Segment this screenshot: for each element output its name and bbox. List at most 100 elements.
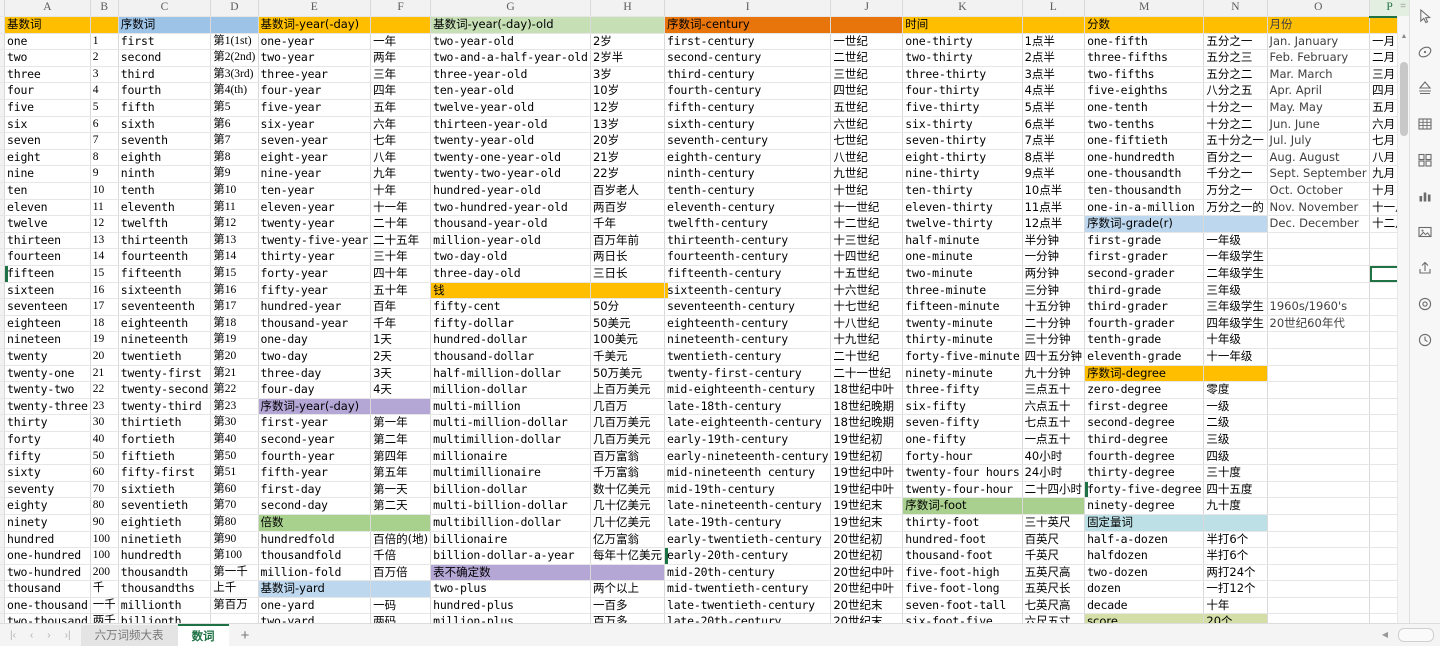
table-cell[interactable]: 序数词-degree [1084,365,1205,383]
table-cell[interactable]: four-year [258,82,372,101]
table-row[interactable]: 基数词 序数词 基数词-year(-day) 基数词-year(-day)-old 序数… [0,16,1410,34]
table-cell[interactable]: hundred-foot [902,531,1023,549]
table-cell[interactable]: fourth-century [664,82,832,101]
table-cell[interactable]: 一年级学生 [1203,248,1268,266]
column-header-h[interactable]: H [590,0,665,18]
table-cell[interactable]: twenty-five-year [258,232,372,250]
table-cell[interactable]: twelve-year-old [430,99,591,117]
table-cell[interactable]: 一年 [370,33,432,51]
table-cell[interactable]: 19世纪初 [830,431,904,449]
table-cell[interactable]: mid-twentieth-century [664,580,832,598]
table-cell[interactable]: 九年 [370,165,432,184]
table-cell[interactable]: 第9 [210,165,259,184]
table-cell[interactable]: ninth [118,165,212,184]
table-cell[interactable]: thirty-minute [902,331,1023,349]
table-cell[interactable]: one-fiftieth [1084,132,1205,150]
table-cell[interactable]: 6 [90,116,119,134]
table-cell[interactable]: 十分之一 [1203,99,1268,117]
table-cell[interactable]: two-fifths [1084,66,1205,84]
table-cell[interactable]: Jul. July [1267,132,1371,150]
table-cell[interactable]: 六点五十 [1022,398,1086,416]
table-cell[interactable]: ten-year [258,182,372,200]
table-cell[interactable]: 19世纪中叶 [830,464,904,482]
table-cell[interactable]: 18世纪中叶 [830,381,904,399]
table-cell[interactable]: eightieth [118,514,212,532]
table-cell[interactable]: multi-million-dollar [430,414,591,432]
table-cell[interactable]: 40 [90,431,119,449]
table-cell[interactable]: one-tenth [1084,99,1205,117]
table-cell[interactable]: 19世纪初 [830,448,904,466]
hscroll-left-icon[interactable]: ◀ [1380,629,1390,641]
table-cell[interactable]: late-nineteenth-century [664,497,832,515]
table-cell[interactable]: late-19th-century [664,514,832,532]
table-cell[interactable]: multimillionaire [430,464,591,482]
table-cell[interactable] [1267,381,1371,399]
table-cell[interactable]: first-grader [1084,248,1205,266]
table-cell[interactable]: 第90 [210,531,259,549]
table-cell[interactable]: 第3(3rd) [210,66,259,84]
table-cell[interactable]: 6点半 [1022,116,1086,134]
nav-first-icon[interactable]: |‹ [10,630,16,641]
table-cell[interactable]: 千倍 [370,547,432,565]
table-row[interactable]: six 6 sixth 第6 six-year 六年 thirteen-year-old 13… [0,116,1410,134]
table-cell[interactable]: fourth-grader [1084,315,1205,333]
table-cell[interactable]: three-fifths [1084,49,1205,67]
table-cell[interactable]: millionaire [430,448,591,466]
table-cell[interactable]: billionaire [430,531,591,549]
table-cell[interactable]: fifty-first [118,464,212,482]
table-cell[interactable]: 四世纪 [830,82,904,101]
table-cell[interactable]: 三点五十 [1022,381,1086,399]
table-cell[interactable]: six-thirty [902,116,1023,134]
table-cell[interactable]: nineteen [4,331,91,349]
table-cell[interactable]: three-thirty [902,66,1023,84]
table-cell[interactable]: 八分之五 [1203,82,1268,101]
table-cell[interactable]: second [118,49,212,67]
table-cell[interactable]: 十五世纪 [830,265,904,283]
column-header-l[interactable]: L [1022,0,1086,18]
scroll-split-handle[interactable]: = [1397,2,1409,12]
table-cell[interactable]: sixteenth-century [664,282,832,300]
table-cell[interactable]: hundred-plus [430,597,591,615]
table-cell[interactable]: 十世纪 [830,182,904,200]
table-cell[interactable]: 20世纪中叶 [830,580,904,598]
shape-icon[interactable] [1413,40,1437,64]
table-cell[interactable]: 一百多 [590,597,665,615]
table-cell[interactable]: one-thousandth [1084,165,1205,184]
table-cell[interactable]: twenty-three [4,398,91,416]
table-cell[interactable]: mid-20th-century [664,564,832,582]
table-cell[interactable]: one-hundredth [1084,149,1205,167]
column-header-m[interactable]: M [1084,0,1205,18]
table-cell[interactable]: 上百万美元 [590,381,665,399]
table-cell[interactable]: thousandth [118,564,212,582]
sheet-nav-buttons[interactable]: |‹ ‹ › ›| [0,630,81,641]
table-cell[interactable]: two-hundred-year-old [430,199,591,217]
table-cell[interactable]: 五世纪 [830,99,904,117]
table-cell[interactable]: thirtieth [118,414,212,432]
table-cell[interactable]: 1点半 [1022,33,1086,51]
table-cell[interactable]: three-year-old [430,66,591,84]
table-cell[interactable]: 第22 [210,381,259,399]
table-cell[interactable]: 80 [90,497,119,515]
table-row[interactable]: thirty 30 thirtieth 第30 first-year 第一年 multi-m… [0,414,1410,432]
table-cell[interactable]: third-century [664,66,832,84]
table-cell[interactable]: 22 [90,381,119,399]
table-cell[interactable] [370,398,432,416]
table-cell[interactable]: 序数词-century [664,16,832,34]
table-cell[interactable]: twelfth-century [664,215,832,233]
table-cell[interactable]: 二年级学生 [1203,265,1268,283]
table-cell[interactable]: fifth-century [664,99,832,117]
table-cell[interactable]: 9 [90,165,119,184]
table-cell[interactable]: fourteen [4,248,91,266]
table-cell[interactable]: 2 [90,49,119,67]
table-cell[interactable] [1267,564,1371,582]
table-cell[interactable]: thirteenth [118,232,212,250]
table-row[interactable]: two-hundred 200 thousandth 第一千 million-fold 百… [0,564,1410,582]
table-cell[interactable]: 几百万美元 [590,414,665,432]
sheet-tab-1[interactable]: 数词 [177,623,229,647]
table-cell[interactable]: two-day [258,348,372,366]
table-cell[interactable]: 六世纪 [830,116,904,134]
table-cell[interactable]: forty-five-minute [902,348,1023,366]
column-header-b[interactable]: B [90,0,119,18]
table-cell[interactable]: mid-19th-century [664,481,832,499]
table-cell[interactable]: one-yard [258,597,372,615]
